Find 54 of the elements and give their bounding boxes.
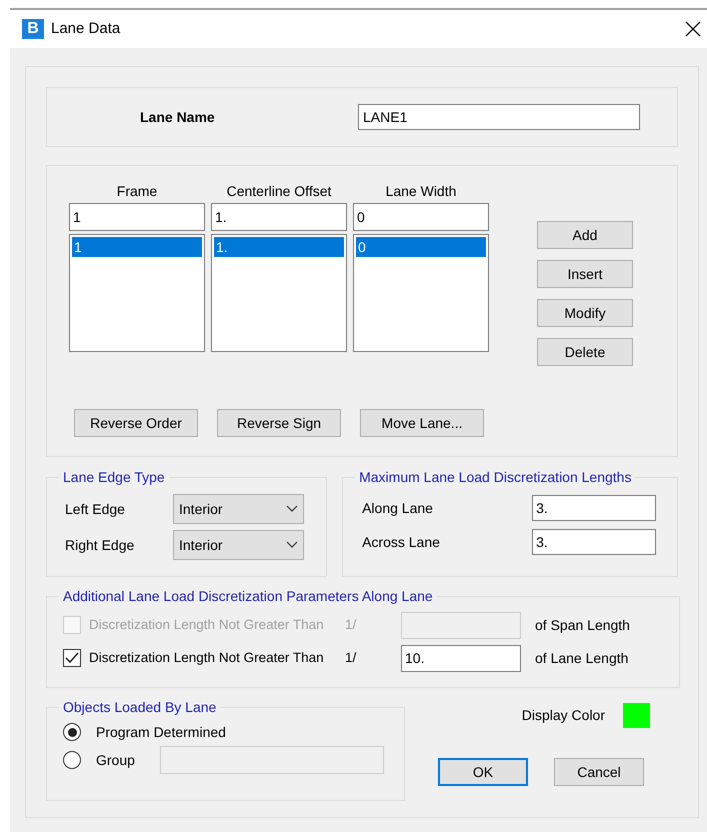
radio-button[interactable] bbox=[63, 751, 81, 769]
display-color-label: Display Color bbox=[522, 706, 605, 725]
fraction-label: 1/ bbox=[345, 648, 358, 667]
checkbox-label: Discretization Length Not Greater Than bbox=[89, 616, 325, 634]
list-item[interactable]: 1 bbox=[72, 237, 202, 257]
field-label: Right Edge bbox=[65, 536, 136, 555]
field-label: Across Lane bbox=[362, 532, 441, 552]
window-title: Lane Data bbox=[51, 18, 120, 39]
checkbox-label: Discretization Length Not Greater Than bbox=[89, 648, 325, 667]
button[interactable]: Move Lane... bbox=[360, 409, 484, 437]
group-title: Lane Edge Type bbox=[62, 468, 166, 487]
chevron-down-icon bbox=[286, 541, 298, 549]
button[interactable]: Reverse Sign bbox=[217, 409, 341, 437]
group-title: Additional Lane Load Discretization Parameters Along Lane bbox=[62, 587, 434, 606]
unit-label: of Span Length bbox=[535, 616, 630, 635]
checkbox[interactable] bbox=[63, 649, 81, 667]
radio-label: Program Determined bbox=[96, 722, 226, 742]
column-header: Lane Width bbox=[386, 182, 456, 201]
list-item[interactable]: 0 bbox=[356, 237, 486, 257]
field-label: Along Lane bbox=[362, 498, 434, 518]
dropdown[interactable]: Interior bbox=[173, 494, 304, 524]
button[interactable]: Reverse Order bbox=[74, 409, 198, 437]
field-label: Left Edge bbox=[65, 500, 126, 519]
button[interactable]: Delete bbox=[537, 338, 633, 366]
chevron-down-icon bbox=[286, 505, 298, 513]
cell-input-field[interactable]: 0 bbox=[353, 203, 489, 231]
group-name-field[interactable] bbox=[160, 746, 384, 774]
length-field[interactable]: 3. bbox=[532, 529, 656, 555]
column-header: Centerline Offset bbox=[226, 182, 332, 201]
dialog-button[interactable]: Cancel bbox=[554, 758, 644, 786]
color-swatch[interactable] bbox=[623, 703, 650, 728]
cell-input-field[interactable]: 1 bbox=[69, 203, 205, 231]
fraction-field[interactable]: 10. bbox=[401, 644, 521, 672]
button[interactable]: Add bbox=[537, 221, 633, 249]
button[interactable]: Insert bbox=[537, 260, 633, 288]
fraction-label: 1/ bbox=[345, 616, 358, 634]
group-title: Objects Loaded By Lane bbox=[62, 698, 218, 717]
dialog-button[interactable]: OK bbox=[438, 758, 528, 786]
cell-input-field[interactable]: 1. bbox=[211, 203, 347, 231]
group-title: Maximum Lane Load Discretization Lengths bbox=[358, 468, 632, 487]
radio-label: Group bbox=[96, 750, 136, 770]
unit-label: of Lane Length bbox=[535, 648, 628, 668]
close-icon[interactable] bbox=[685, 21, 701, 37]
radio-button[interactable] bbox=[63, 723, 81, 741]
length-field[interactable]: 3. bbox=[532, 495, 656, 521]
button[interactable]: Modify bbox=[537, 299, 633, 327]
column-header: Frame bbox=[116, 182, 158, 201]
fraction-field[interactable] bbox=[401, 612, 521, 638]
list-item[interactable]: 1. bbox=[214, 237, 344, 257]
field-label: Lane Name bbox=[140, 108, 216, 126]
check-icon bbox=[65, 652, 79, 664]
app-logo-icon: B bbox=[22, 19, 44, 39]
lane-name-field[interactable]: LANE1 bbox=[358, 104, 640, 130]
dropdown[interactable]: Interior bbox=[173, 530, 304, 560]
